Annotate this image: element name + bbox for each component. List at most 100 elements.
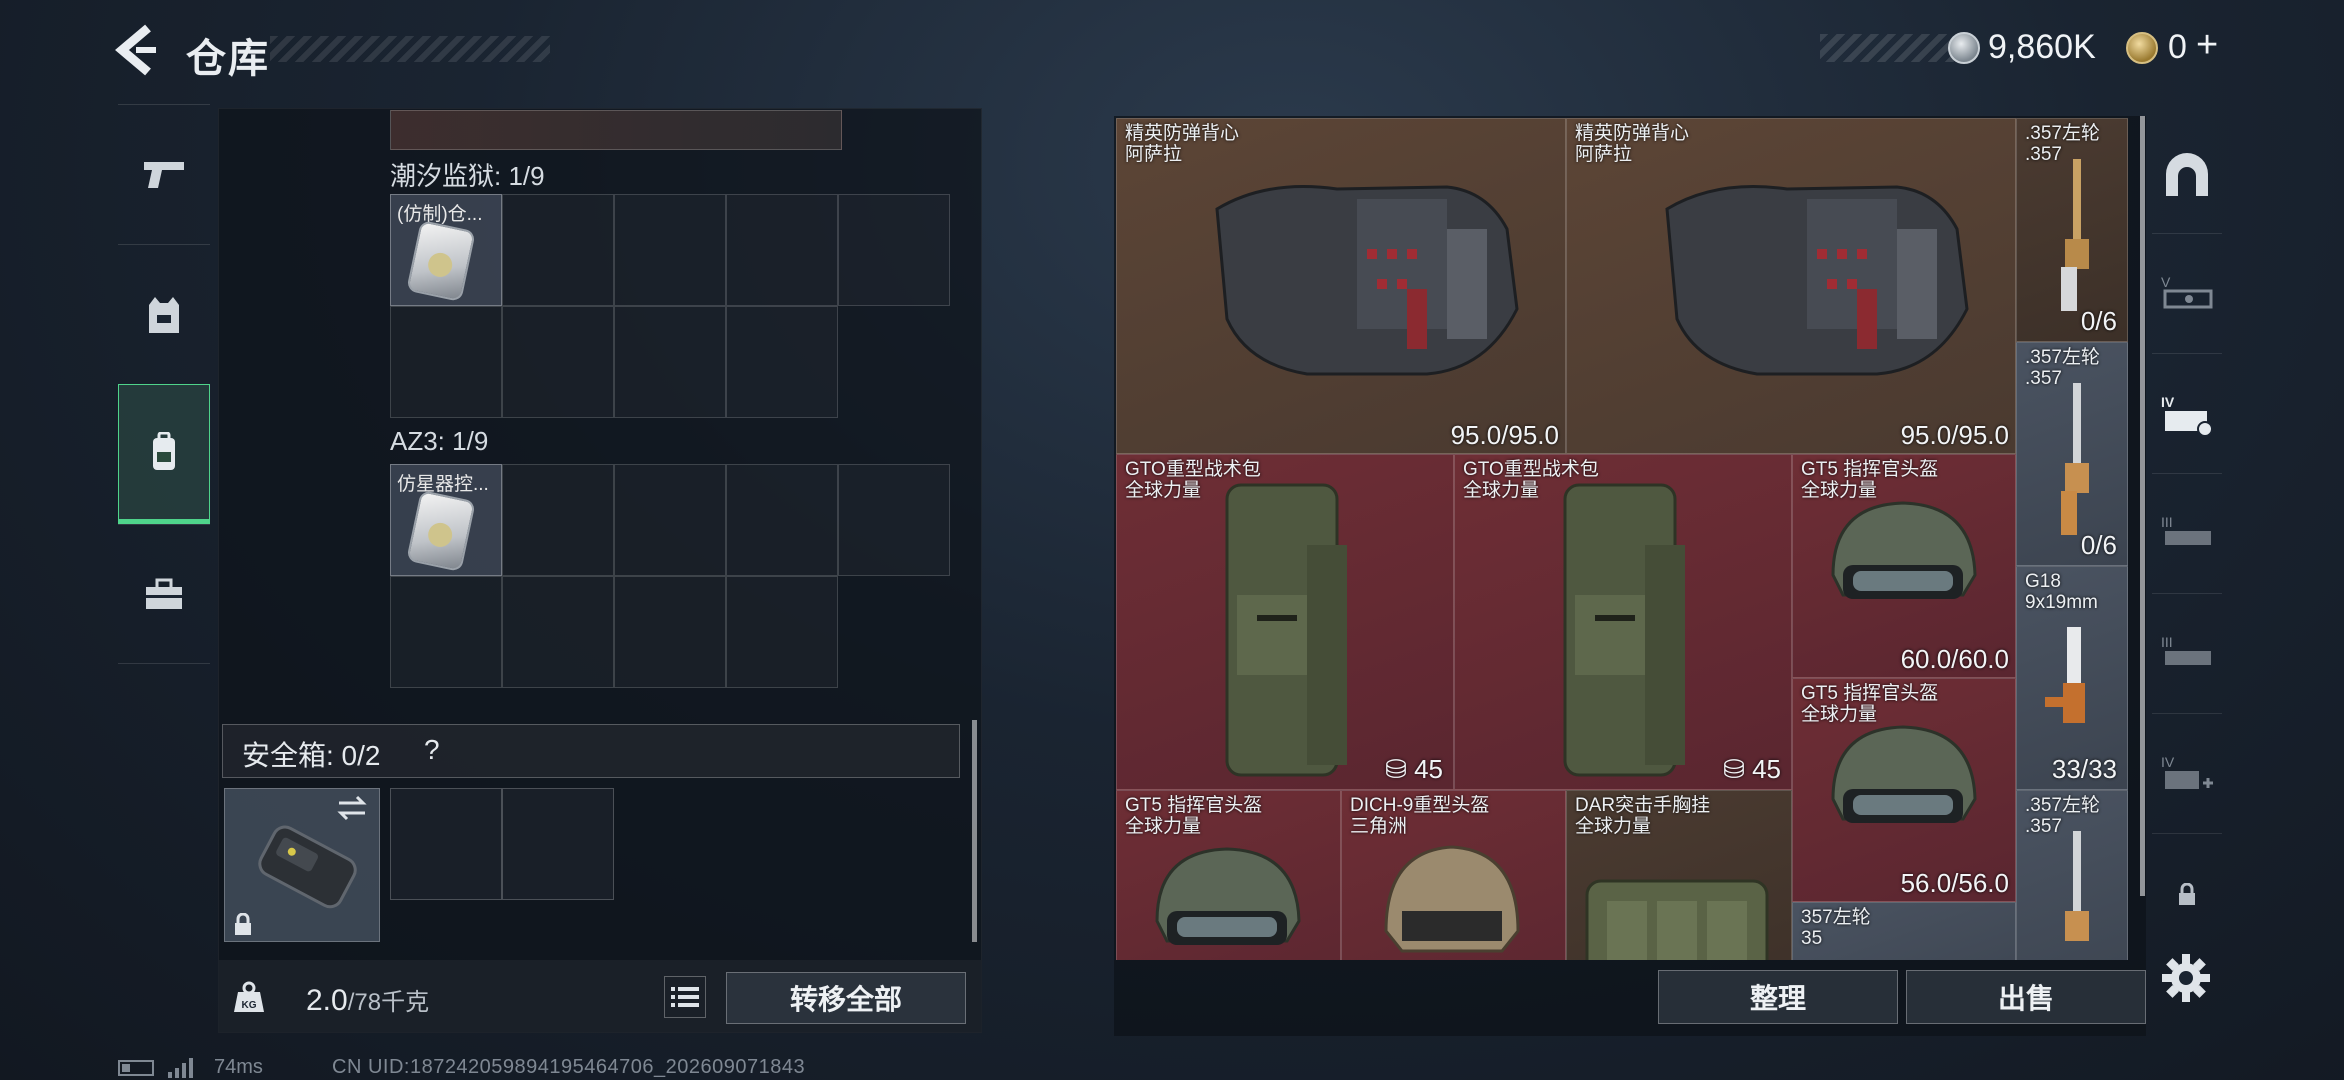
- capacity-value: 45: [1414, 754, 1443, 784]
- stash-item-helmet[interactable]: DICH-9重型头盔 三角洲: [1341, 790, 1566, 960]
- category-tools[interactable]: [118, 524, 210, 664]
- safe-box-container[interactable]: [224, 788, 380, 942]
- keycard-item[interactable]: 仿星器控...: [390, 464, 502, 576]
- weight-unit: 千克: [381, 989, 430, 1016]
- container-grid-partial: [390, 110, 842, 150]
- title-decoration: [270, 36, 550, 62]
- stash-item-backpack[interactable]: GTO重型战术包 全球力量 ⛁ 45: [1116, 454, 1454, 790]
- iii-gun-alt-icon: III: [2161, 634, 2211, 665]
- filter-all[interactable]: [2152, 116, 2222, 234]
- transfer-all-button[interactable]: 转移全部: [726, 972, 966, 1024]
- back-arrow-icon: [115, 24, 156, 76]
- sort-button[interactable]: 整理: [1658, 970, 1898, 1024]
- stash-item-vest[interactable]: 精英防弹背心 阿萨拉 95.0/95.0: [1566, 118, 2016, 454]
- container-label: AZ3: 1/9: [390, 426, 489, 456]
- stash-item-revolver[interactable]: 357左轮 35: [1792, 902, 2016, 960]
- container-label: 潮汐监狱: 1/9: [390, 161, 545, 191]
- stash-item-helmet[interactable]: GT5 指挥官头盔 全球力量 60.0/60.0: [1792, 454, 2016, 678]
- heavy-helmet-image: [1384, 845, 1520, 953]
- v-gun-icon: V: [2161, 274, 2213, 308]
- grid-cell[interactable]: [838, 194, 950, 306]
- keycard-item[interactable]: (仿制)仓...: [390, 194, 502, 306]
- pistol-image: [2045, 627, 2085, 723]
- grid-cell[interactable]: [614, 576, 726, 688]
- stash-item-revolver[interactable]: .357左轮 .357: [2016, 790, 2128, 960]
- grid-cell[interactable]: [502, 464, 614, 576]
- iv-gun-case-icon: IV: [2161, 394, 2213, 437]
- filter-tier-iv-add[interactable]: IV: [2152, 716, 2222, 834]
- weight-max: /78: [347, 989, 382, 1016]
- grid-cell[interactable]: [390, 306, 502, 418]
- item-name: 357左轮 35: [1801, 907, 1871, 949]
- grid-cell[interactable]: [502, 306, 614, 418]
- grid-cell[interactable]: [726, 306, 838, 418]
- helmet-image: [1831, 501, 1977, 599]
- grid-cell[interactable]: [614, 464, 726, 576]
- weight-icon: KG: [234, 981, 264, 1012]
- grid-cell[interactable]: [502, 194, 614, 306]
- filter-tier-v[interactable]: V: [2152, 236, 2222, 354]
- grid-cell[interactable]: [726, 576, 838, 688]
- add-currency-button[interactable]: +: [2196, 24, 2218, 67]
- stash-item-vest[interactable]: 精英防弹背心 阿萨拉 95.0/95.0: [1116, 118, 1566, 454]
- svg-text:IV: IV: [2161, 754, 2175, 770]
- lock-icon: [235, 913, 251, 935]
- svg-text:III: III: [2161, 514, 2173, 530]
- left-scrollbar[interactable]: [972, 720, 977, 942]
- grid-cell[interactable]: [390, 576, 502, 688]
- swap-icon[interactable]: [335, 795, 369, 821]
- safe-box-label: 安全箱: 0/2: [242, 740, 381, 771]
- category-weapons[interactable]: [118, 104, 210, 244]
- item-durability: 60.0/60.0: [1900, 644, 2009, 674]
- item-capacity: ⛁ 45: [1385, 754, 1443, 785]
- item-name: GTO重型战术包 全球力量: [1125, 459, 1261, 501]
- stash-item-helmet[interactable]: GT5 指挥官头盔 全球力量: [1116, 790, 1341, 960]
- stash-grid: 精英防弹背心 阿萨拉 95.0/95.0 精英防弹背心 阿萨拉 95.0/95.…: [1116, 118, 2146, 960]
- keycard-image: [406, 219, 476, 303]
- armor-vest-image: [1665, 185, 1969, 376]
- safe-slot[interactable]: [390, 788, 502, 900]
- item-ammo: 33/33: [2051, 754, 2117, 784]
- item-durability: 56.0/56.0: [1900, 868, 2009, 898]
- list-view-button[interactable]: [664, 976, 706, 1018]
- item-name: 精英防弹背心 阿萨拉: [1125, 123, 1240, 165]
- category-armor[interactable]: [118, 244, 210, 384]
- stash-item-helmet[interactable]: GT5 指挥官头盔 全球力量 56.0/56.0: [1792, 678, 2016, 902]
- svg-text:III: III: [2161, 634, 2173, 650]
- back-button[interactable]: [112, 22, 162, 78]
- grid-cell[interactable]: [614, 194, 726, 306]
- stash-filter-sidebar: V IV III III IV: [2152, 116, 2222, 946]
- grid-cell[interactable]: [502, 576, 614, 688]
- filter-tier-iii[interactable]: III: [2152, 476, 2222, 594]
- filter-tier-iii-alt[interactable]: III: [2152, 596, 2222, 714]
- gold-currency-value: 0: [2168, 28, 2187, 66]
- pistol-icon: [144, 161, 184, 188]
- grid-cell[interactable]: [726, 194, 838, 306]
- ping-readout: 74ms: [214, 1056, 263, 1078]
- category-backpack[interactable]: [118, 384, 210, 524]
- filter-locked[interactable]: [2152, 836, 2222, 954]
- safe-slot[interactable]: [502, 788, 614, 900]
- grid-cell[interactable]: [838, 464, 950, 576]
- svg-text:IV: IV: [2161, 394, 2175, 410]
- grid-cell[interactable]: [726, 464, 838, 576]
- item-ammo: 0/6: [2080, 530, 2117, 560]
- safe-box-help-button[interactable]: ?: [424, 734, 440, 766]
- sell-button[interactable]: 出售: [1906, 970, 2146, 1024]
- stash-item-chest-rig[interactable]: DAR突击手胸挂 全球力量: [1566, 790, 1792, 960]
- settings-gear-icon[interactable]: [2160, 952, 2212, 1004]
- stash-item-backpack[interactable]: GTO重型战术包 全球力量 ⛁ 45: [1454, 454, 1792, 790]
- item-ammo: 0/6: [2080, 306, 2117, 336]
- stash-scrollbar[interactable]: [2140, 116, 2145, 896]
- svg-text:V: V: [2161, 274, 2171, 290]
- item-name: 精英防弹背心 阿萨拉: [1575, 123, 1690, 165]
- revolver-image: [2061, 383, 2089, 535]
- filter-tier-iv-case[interactable]: IV: [2152, 356, 2222, 474]
- stash-item-pistol[interactable]: G18 9x19mm 33/33: [2016, 566, 2128, 790]
- capacity-icon: ⛁: [1385, 754, 1415, 784]
- stash-item-revolver[interactable]: .357左轮 .357 0/6: [2016, 118, 2128, 342]
- stash-item-revolver[interactable]: .357左轮 .357 0/6: [2016, 342, 2128, 566]
- grid-cell[interactable]: [614, 306, 726, 418]
- keycard-image: [406, 489, 476, 573]
- capacity-icon: ⛁: [1723, 754, 1753, 784]
